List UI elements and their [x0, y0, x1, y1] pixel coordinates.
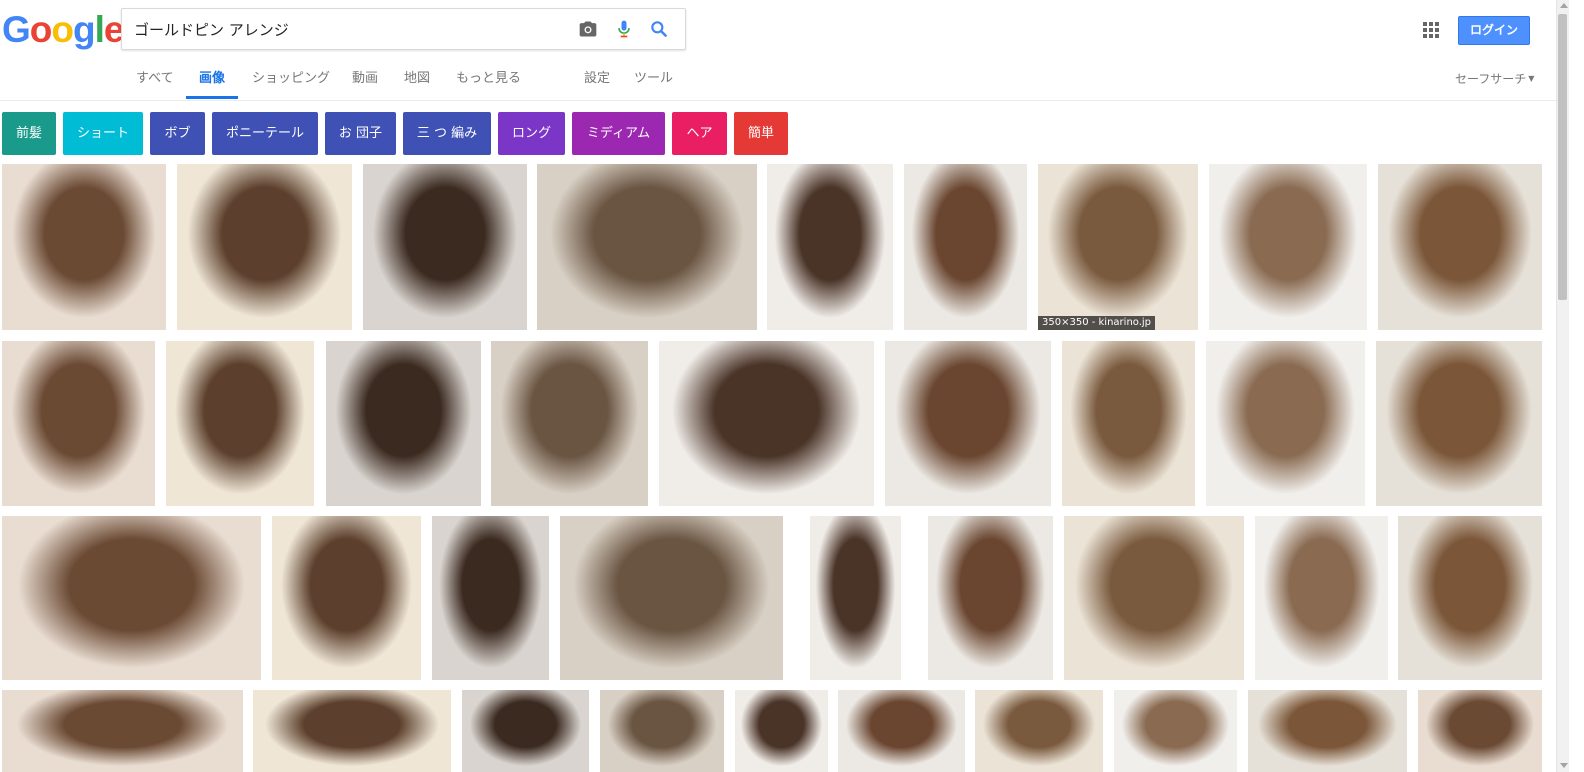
image-result-thumbnail[interactable]	[1209, 164, 1367, 330]
image-result-thumbnail[interactable]	[1255, 516, 1388, 680]
tab-tools[interactable]: ツール	[634, 64, 673, 98]
tab-images[interactable]: 画像	[186, 64, 239, 99]
chip-braid[interactable]: 三 つ 編み	[403, 112, 491, 155]
safe-search-label: セーフサーチ	[1455, 72, 1527, 86]
image-result-thumbnail[interactable]	[975, 690, 1103, 772]
image-result-thumbnail[interactable]	[432, 516, 549, 680]
chip-ponytail[interactable]: ポニーテール	[212, 112, 318, 155]
chip-bob[interactable]: ボブ	[150, 112, 205, 155]
image-result-thumbnail[interactable]	[1064, 516, 1244, 680]
image-result-thumbnail[interactable]	[537, 164, 757, 330]
image-result-thumbnail[interactable]	[2, 164, 166, 330]
tab-videos[interactable]: 動画	[352, 64, 378, 98]
scroll-up-arrow-icon[interactable]	[1560, 3, 1568, 8]
header: Google ログイン すべて 画像 ショッピング 動画 地図 もっと見る 設定…	[0, 0, 1556, 101]
image-result-thumbnail[interactable]	[326, 341, 481, 506]
image-result-thumbnail[interactable]: 350×350 - kinarino.jp	[1038, 164, 1198, 330]
search-input[interactable]	[134, 9, 574, 49]
image-result-thumbnail[interactable]	[810, 516, 901, 680]
image-result-thumbnail[interactable]	[1376, 341, 1542, 506]
image-result-thumbnail[interactable]	[253, 690, 451, 772]
chip-bun[interactable]: お 団子	[325, 112, 396, 155]
tab-settings[interactable]: 設定	[584, 64, 610, 98]
tab-all[interactable]: すべて	[136, 64, 174, 98]
google-logo[interactable]: Google	[2, 8, 124, 52]
image-result-thumbnail[interactable]	[2, 690, 243, 772]
logo-wordmark: Google	[2, 9, 124, 50]
image-result-thumbnail[interactable]	[1248, 690, 1407, 772]
image-result-thumbnail[interactable]	[462, 690, 589, 772]
image-result-thumbnail[interactable]	[904, 164, 1027, 330]
image-result-thumbnail[interactable]	[272, 516, 421, 680]
image-result-thumbnail[interactable]	[1418, 690, 1542, 772]
scroll-down-arrow-icon[interactable]	[1560, 763, 1568, 768]
apps-grid-icon[interactable]	[1422, 21, 1440, 39]
tab-maps[interactable]: 地図	[404, 64, 430, 98]
search-box	[121, 8, 686, 50]
image-result-thumbnail[interactable]	[1378, 164, 1542, 330]
chip-medium[interactable]: ミディアム	[572, 112, 665, 155]
image-result-thumbnail[interactable]	[2, 341, 155, 506]
chip-bangs[interactable]: 前髪	[2, 112, 56, 155]
image-result-thumbnail[interactable]	[491, 341, 648, 506]
image-result-thumbnail[interactable]	[2, 516, 261, 680]
mic-icon[interactable]	[614, 19, 634, 39]
image-result-thumbnail[interactable]	[1398, 516, 1542, 680]
search-icon[interactable]	[649, 19, 669, 39]
chip-short[interactable]: ショート	[63, 112, 143, 155]
login-button[interactable]: ログイン	[1458, 16, 1530, 45]
image-result-thumbnail[interactable]	[767, 164, 893, 330]
tab-more[interactable]: もっと見る	[456, 64, 521, 98]
chip-long[interactable]: ロング	[498, 112, 565, 155]
image-result-thumbnail[interactable]	[659, 341, 874, 506]
thumbnail-caption: 350×350 - kinarino.jp	[1038, 316, 1156, 330]
image-result-thumbnail[interactable]	[735, 690, 828, 772]
image-result-thumbnail[interactable]	[600, 690, 724, 772]
safe-search-dropdown[interactable]: セーフサーチ ▼	[1455, 64, 1534, 94]
image-result-thumbnail[interactable]	[177, 164, 352, 330]
image-result-thumbnail[interactable]	[885, 341, 1051, 506]
image-result-thumbnail[interactable]	[560, 516, 783, 680]
image-result-thumbnail[interactable]	[166, 341, 314, 506]
scrollbar-thumb[interactable]	[1558, 14, 1567, 300]
image-result-thumbnail[interactable]	[928, 516, 1053, 680]
camera-icon[interactable]	[578, 19, 598, 39]
chip-easy[interactable]: 簡単	[734, 112, 788, 155]
chip-hair[interactable]: ヘア	[672, 112, 727, 155]
tab-shopping[interactable]: ショッピング	[252, 64, 330, 98]
image-result-thumbnail[interactable]	[1114, 690, 1237, 772]
image-result-thumbnail[interactable]	[1062, 341, 1195, 506]
image-result-thumbnail[interactable]	[1206, 341, 1365, 506]
dropdown-arrow-icon: ▼	[1528, 74, 1535, 83]
image-result-thumbnail[interactable]	[838, 690, 965, 772]
image-result-thumbnail[interactable]	[363, 164, 527, 330]
